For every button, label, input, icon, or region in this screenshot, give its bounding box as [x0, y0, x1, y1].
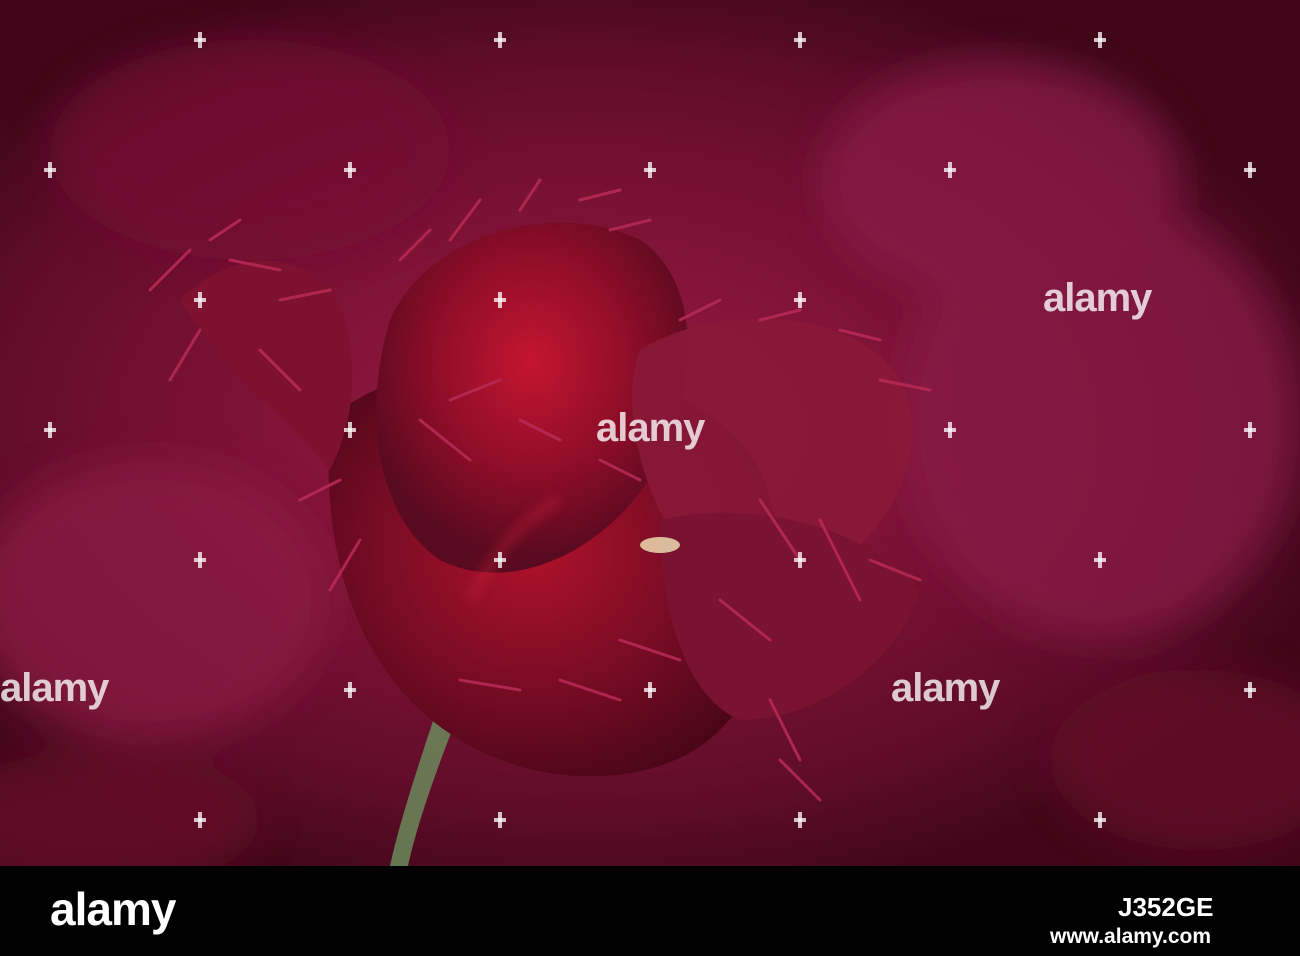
plus-icon	[493, 288, 507, 312]
plus-icon	[643, 158, 657, 182]
plus-icon	[1243, 158, 1257, 182]
plus-icon	[493, 808, 507, 832]
plus-icon	[343, 418, 357, 442]
plus-icon	[193, 548, 207, 572]
plus-icon	[793, 548, 807, 572]
plus-icon	[1243, 678, 1257, 702]
footer-logo: alamy	[50, 883, 176, 935]
plus-icon	[493, 548, 507, 572]
plus-icon	[943, 158, 957, 182]
plus-icon	[943, 418, 957, 442]
photo: alamy alamy alamy alamy	[0, 0, 1300, 866]
stamen-highlight	[640, 537, 680, 553]
plus-icon	[793, 808, 807, 832]
watermark-logo: alamy	[1043, 276, 1152, 320]
plus-icon	[343, 678, 357, 702]
watermark-logo: alamy	[596, 406, 705, 450]
plus-icon	[493, 28, 507, 52]
image-id: J352GE	[1118, 892, 1214, 922]
plus-icon	[1093, 548, 1107, 572]
plus-icon	[1243, 418, 1257, 442]
plus-icon	[43, 158, 57, 182]
plus-icon	[793, 28, 807, 52]
watermark-logo: alamy	[0, 666, 109, 710]
plus-icon	[43, 418, 57, 442]
plus-icon	[793, 288, 807, 312]
site-url: www.alamy.com	[1050, 925, 1212, 948]
plus-icon	[193, 28, 207, 52]
plus-icon	[193, 288, 207, 312]
plus-icon	[193, 808, 207, 832]
plus-icon	[1093, 808, 1107, 832]
plus-icon	[343, 158, 357, 182]
plus-icon	[1093, 28, 1107, 52]
watermark-logo: alamy	[891, 666, 1000, 710]
plus-icon	[643, 678, 657, 702]
